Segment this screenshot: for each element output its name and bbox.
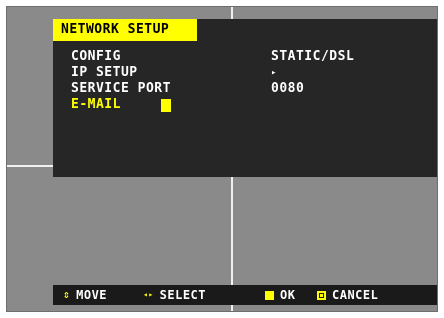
menu-item-email[interactable]: E-MAIL (53, 97, 433, 113)
submenu-arrow-icon: ▸ (271, 68, 277, 78)
text-cursor (161, 99, 171, 112)
network-setup-menu: NETWORK SETUP CONFIG STATIC/DSL IP SETUP… (53, 19, 437, 177)
hint-select-label: SELECT (159, 288, 206, 302)
menu-item-label: E-MAIL (71, 97, 121, 112)
menu-item-ip-setup[interactable]: IP SETUP ▸ (53, 65, 433, 81)
menu-item-config[interactable]: CONFIG STATIC/DSL (53, 49, 433, 65)
hint-ok-label: OK (280, 288, 296, 302)
config-value: STATIC/DSL (271, 49, 355, 64)
monitor-screen: NETWORK SETUP CONFIG STATIC/DSL IP SETUP… (6, 6, 438, 312)
hint-move-label: MOVE (76, 288, 108, 302)
hint-ok: OK (265, 285, 295, 305)
menu-item-label: IP SETUP (71, 65, 138, 80)
up-down-arrows-icon: ⇕ (63, 288, 71, 301)
hint-cancel: CANCEL (317, 285, 378, 305)
cancel-key-icon (317, 290, 326, 300)
key-hint-bar: ⇕ MOVE ◂▸ SELECT OK CANCEL (53, 285, 437, 305)
hint-move: ⇕ MOVE (63, 285, 107, 305)
menu-item-label: SERVICE PORT (71, 81, 171, 96)
hint-select: ◂▸ SELECT (143, 285, 206, 305)
menu-item-service-port[interactable]: SERVICE PORT 0080 (53, 81, 433, 97)
left-right-arrows-icon: ◂▸ (143, 290, 154, 299)
service-port-value: 0080 (271, 81, 305, 96)
menu-title: NETWORK SETUP (53, 19, 197, 41)
menu-item-label: CONFIG (71, 49, 121, 64)
hint-cancel-label: CANCEL (332, 288, 379, 302)
ok-key-icon (265, 290, 274, 300)
